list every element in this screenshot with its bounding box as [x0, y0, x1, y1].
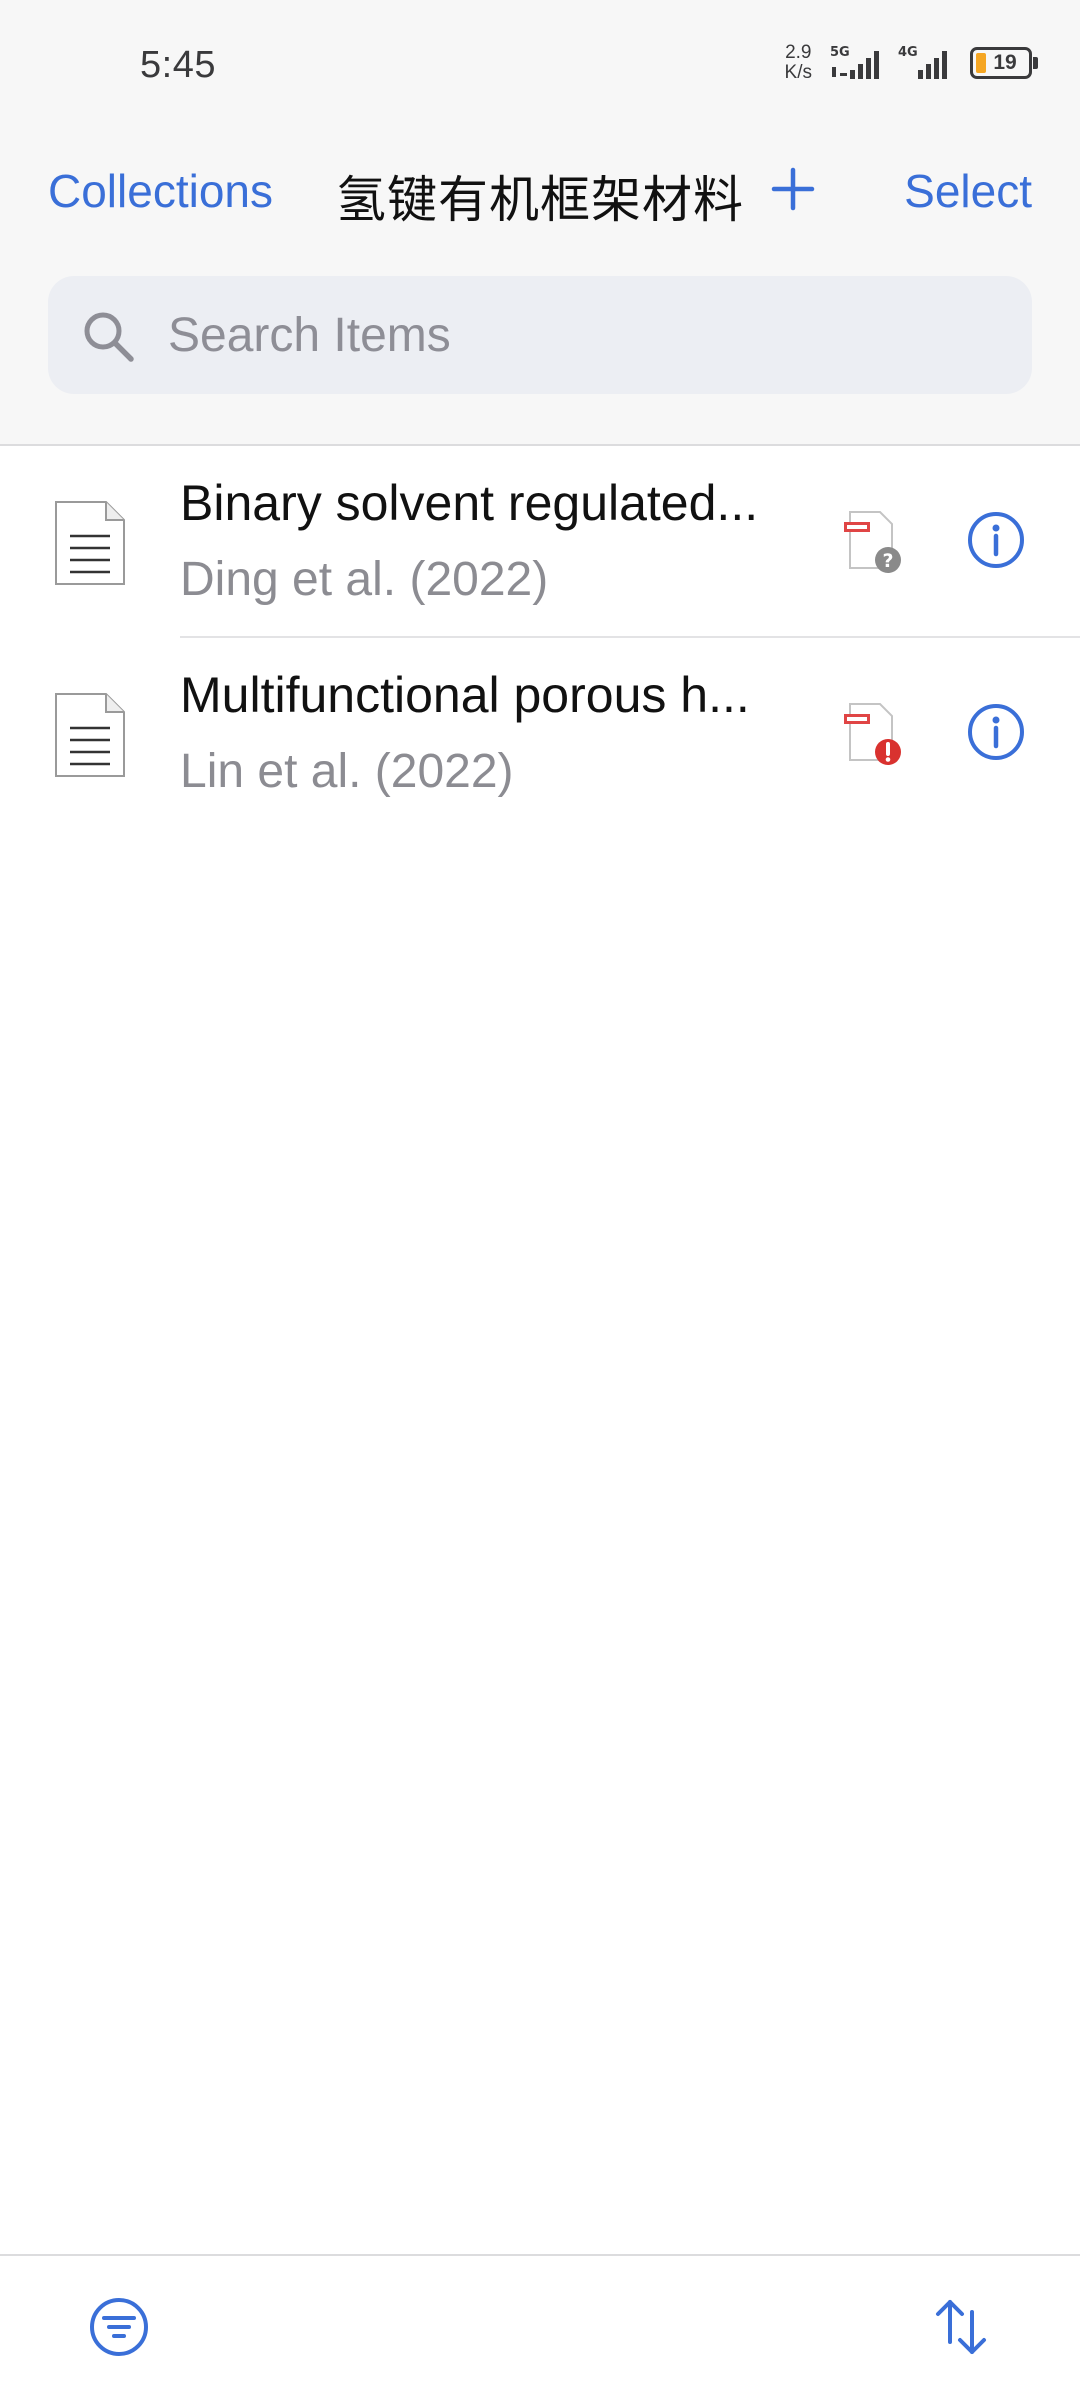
- signal-4g-label: 4G: [898, 45, 918, 60]
- top-bar: 5:45 2.9 K/s 5G 4G 19 Collections 氢键有机框架…: [0, 0, 1080, 446]
- plus-icon[interactable]: [768, 164, 818, 214]
- network-speed-value: 2.9: [785, 42, 812, 63]
- list-item[interactable]: Multifunctional porous h... Lin et al. (…: [0, 640, 1080, 830]
- document-icon: [55, 693, 125, 777]
- info-icon[interactable]: [966, 702, 1026, 762]
- collection-title: 氢键有机框架材料: [336, 171, 744, 229]
- search-input[interactable]: [168, 276, 998, 394]
- filter-icon[interactable]: [88, 2296, 150, 2358]
- item-title: Binary solvent regulated...: [180, 475, 759, 531]
- network-speed-unit: K/s: [784, 62, 812, 83]
- bottom-toolbar: [0, 2254, 1080, 2400]
- item-creator-year: Lin et al. (2022): [180, 745, 514, 798]
- search-bar[interactable]: [48, 276, 1032, 394]
- signal-4g-icon: 4G: [898, 45, 947, 79]
- signal-5g-label: 5G: [830, 45, 850, 60]
- item-creator-year: Ding et al. (2022): [180, 553, 549, 606]
- pdf-missing-question-icon[interactable]: ?: [842, 510, 906, 576]
- battery-icon: 19: [970, 47, 1038, 79]
- network-speed: 2.9 K/s: [785, 43, 812, 83]
- collections-back-button[interactable]: Collections: [48, 164, 273, 218]
- sort-icon[interactable]: [932, 2296, 990, 2358]
- list-item[interactable]: Binary solvent regulated... Ding et al. …: [0, 448, 1080, 638]
- battery-level: 19: [993, 51, 1017, 74]
- search-icon: [84, 312, 134, 362]
- info-icon[interactable]: [966, 510, 1026, 570]
- status-time: 5:45: [140, 44, 216, 86]
- item-title: Multifunctional porous h...: [180, 667, 750, 723]
- list-divider: [180, 636, 1080, 638]
- items-screen: 5:45 2.9 K/s 5G 4G 19 Collections 氢键有机框架…: [0, 0, 1080, 2400]
- pdf-error-icon[interactable]: [842, 702, 906, 768]
- svg-text:?: ?: [882, 550, 893, 572]
- select-button[interactable]: Select: [904, 164, 1032, 218]
- signal-5g-icon: 5G: [830, 45, 879, 79]
- status-indicators: 2.9 K/s 5G 4G 19: [785, 40, 1038, 86]
- document-icon: [55, 501, 125, 585]
